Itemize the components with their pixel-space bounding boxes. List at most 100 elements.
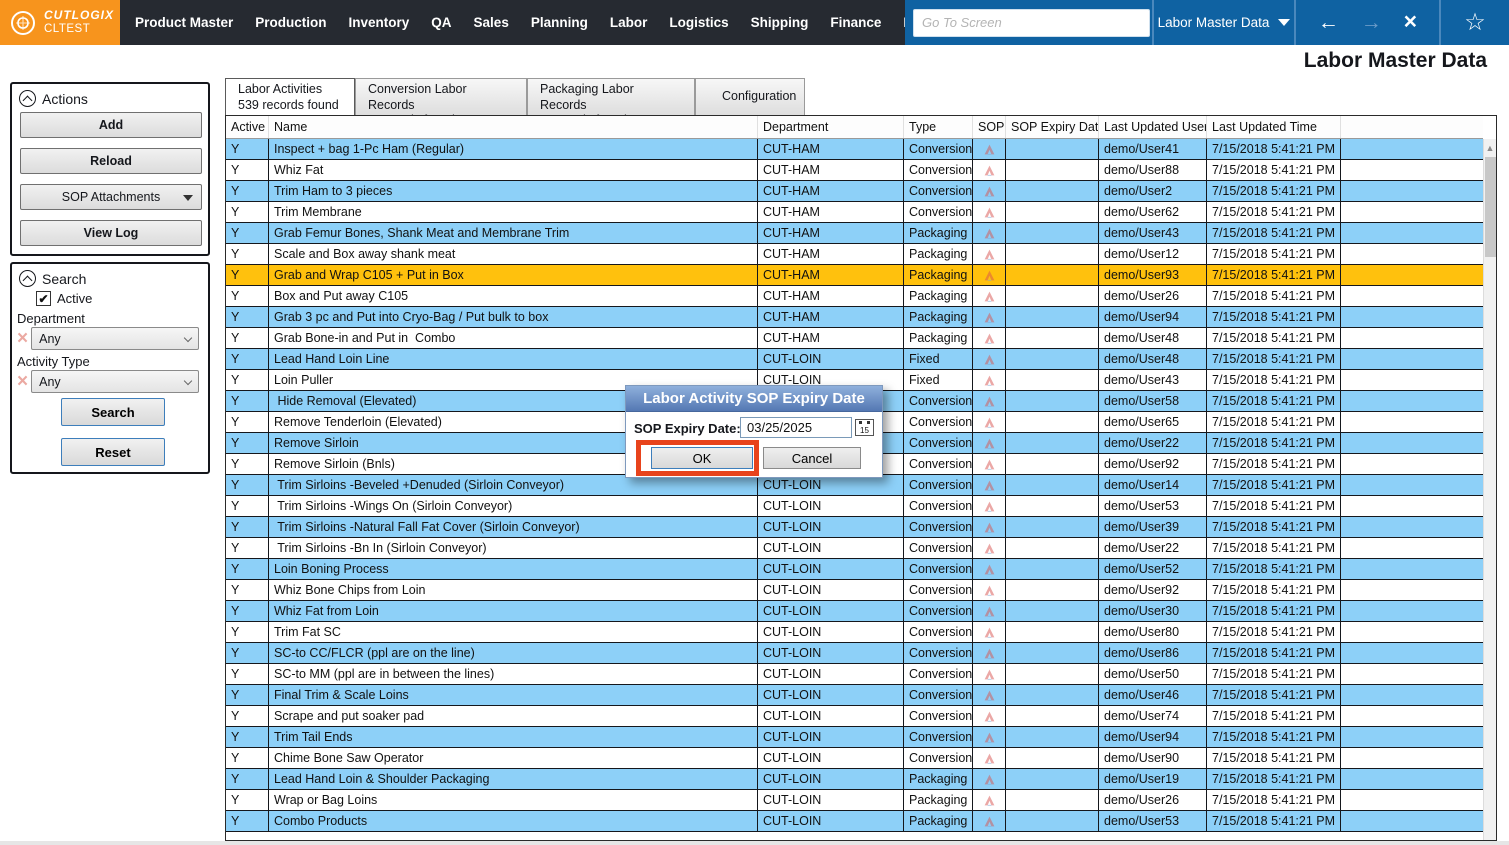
cell-sop[interactable] (973, 139, 1006, 160)
table-row[interactable]: YSC-to MM (ppl are in between the lines)… (226, 664, 1483, 685)
cell-sop[interactable] (973, 433, 1006, 454)
cell-sop[interactable] (973, 202, 1006, 223)
search-button[interactable]: Search (61, 398, 165, 426)
menu-item-production[interactable]: Production (244, 0, 337, 45)
header-cell-sop-expiry-date[interactable]: SOP Expiry Date (1006, 116, 1099, 138)
table-row[interactable]: YTrim Ham to 3 piecesCUT-HAMConversionde… (226, 181, 1483, 202)
tab-configuration[interactable]: Configuration (695, 78, 805, 115)
table-row[interactable]: YGrab Bone-in and Put in ComboCUT-HAMPac… (226, 328, 1483, 349)
favorite-star-icon[interactable]: ☆ (1464, 8, 1486, 37)
table-row[interactable]: YTrim Tail EndsCUT-LOINConversiondemo/Us… (226, 727, 1483, 748)
header-cell-name[interactable]: Name (269, 116, 758, 138)
tab-conversion-labor-records[interactable]: Conversion Labor Records 0 records found (355, 78, 527, 115)
cell-sop[interactable] (973, 412, 1006, 433)
header-cell-type[interactable]: Type (904, 116, 973, 138)
cell-sop[interactable] (973, 496, 1006, 517)
cell-sop[interactable] (973, 664, 1006, 685)
table-row[interactable]: YWrap or Bag LoinsCUT-LOINPackagingdemo/… (226, 790, 1483, 811)
reload-button[interactable]: Reload (20, 148, 202, 174)
collapse-chevron-icon[interactable] (19, 270, 36, 287)
table-row[interactable]: YInspect + bag 1-Pc Ham (Regular)CUT-HAM… (226, 139, 1483, 160)
menu-item-qa[interactable]: QA (420, 0, 462, 45)
cell-sop[interactable] (973, 370, 1006, 391)
calendar-icon[interactable]: 15 (855, 419, 874, 436)
scroll-up-arrow[interactable]: ▲ (1484, 139, 1496, 156)
table-row[interactable]: YGrab and Wrap C105 + Put in BoxCUT-HAMP… (226, 265, 1483, 286)
forward-arrow-icon[interactable]: → (1361, 12, 1382, 33)
table-row[interactable]: YWhiz FatCUT-HAMConversiondemo/User887/1… (226, 160, 1483, 181)
cell-sop[interactable] (973, 328, 1006, 349)
table-row[interactable]: YWhiz Bone Chips from LoinCUT-LOINConver… (226, 580, 1483, 601)
table-row[interactable]: YSC-to CC/FLCR (ppl are on the line)CUT-… (226, 643, 1483, 664)
menu-item-inventory[interactable]: Inventory (338, 0, 421, 45)
table-row[interactable]: YBox and Put away C105CUT-HAMPackagingde… (226, 286, 1483, 307)
menu-item-labor[interactable]: Labor (599, 0, 659, 45)
table-row[interactable]: YGrab Femur Bones, Shank Meat and Membra… (226, 223, 1483, 244)
cell-sop[interactable] (973, 391, 1006, 412)
menu-item-product-master[interactable]: Product Master (124, 0, 244, 45)
cell-sop[interactable] (973, 580, 1006, 601)
clear-department-icon[interactable]: × (17, 329, 28, 348)
table-row[interactable]: YTrim Fat SCCUT-LOINConversiondemo/User8… (226, 622, 1483, 643)
cell-sop[interactable] (973, 517, 1006, 538)
cell-sop[interactable] (973, 244, 1006, 265)
cell-sop[interactable] (973, 265, 1006, 286)
cell-sop[interactable] (973, 160, 1006, 181)
header-cell-sop[interactable]: SOP (973, 116, 1006, 138)
table-row[interactable]: Y Trim Sirloins -Wings On (Sirloin Conve… (226, 496, 1483, 517)
vertical-scrollbar[interactable]: ▲ (1483, 139, 1496, 840)
cell-sop[interactable] (973, 307, 1006, 328)
add-button[interactable]: Add (20, 112, 202, 138)
table-row[interactable]: YWhiz Fat from LoinCUT-LOINConversiondem… (226, 601, 1483, 622)
table-row[interactable]: YScrape and put soaker padCUT-LOINConver… (226, 706, 1483, 727)
cell-sop[interactable] (973, 559, 1006, 580)
table-row[interactable]: YGrab 3 pc and Put into Cryo-Bag / Put b… (226, 307, 1483, 328)
cell-sop[interactable] (973, 454, 1006, 475)
menu-item-planning[interactable]: Planning (520, 0, 599, 45)
cell-sop[interactable] (973, 643, 1006, 664)
cell-sop[interactable] (973, 622, 1006, 643)
sop-expiry-date-input[interactable] (740, 417, 852, 438)
cell-sop[interactable] (973, 790, 1006, 811)
back-arrow-icon[interactable]: ← (1318, 12, 1339, 33)
activity-type-select[interactable]: Any (31, 370, 199, 393)
screen-selector-dropdown[interactable]: Labor Master Data (1154, 0, 1294, 45)
table-row[interactable]: YCombo ProductsCUT-LOINPackagingdemo/Use… (226, 811, 1483, 832)
tab-packaging-labor-records[interactable]: Packaging Labor Records 0 records found (527, 78, 695, 115)
cell-sop[interactable] (973, 349, 1006, 370)
table-row[interactable]: YScale and Box away shank meatCUT-HAMPac… (226, 244, 1483, 265)
table-row[interactable]: YFinal Trim & Scale LoinsCUT-LOINConvers… (226, 685, 1483, 706)
cancel-button[interactable]: Cancel (763, 447, 861, 469)
table-row[interactable]: Y Trim Sirloins -Natural Fall Fat Cover … (226, 517, 1483, 538)
goto-screen-input[interactable] (913, 9, 1150, 37)
active-checkbox[interactable]: ✔ (36, 291, 51, 306)
table-row[interactable]: YTrim MembraneCUT-HAMConversiondemo/User… (226, 202, 1483, 223)
clear-activity-type-icon[interactable]: × (17, 372, 28, 391)
ok-button[interactable]: OK (651, 447, 753, 469)
close-icon[interactable]: × (1404, 10, 1417, 33)
cell-sop[interactable] (973, 727, 1006, 748)
cell-sop[interactable] (973, 748, 1006, 769)
table-row[interactable]: YLead Hand Loin & Shoulder PackagingCUT-… (226, 769, 1483, 790)
cell-sop[interactable] (973, 475, 1006, 496)
table-row[interactable]: YChime Bone Saw OperatorCUT-LOINConversi… (226, 748, 1483, 769)
table-row[interactable]: YLead Hand Loin LineCUT-LOINFixeddemo/Us… (226, 349, 1483, 370)
table-row[interactable]: Y Trim Sirloins -Beveled +Denuded (Sirlo… (226, 475, 1483, 496)
cell-sop[interactable] (973, 538, 1006, 559)
department-select[interactable]: Any (31, 327, 199, 350)
cell-sop[interactable] (973, 706, 1006, 727)
view-log-button[interactable]: View Log (20, 220, 202, 246)
menu-item-logistics[interactable]: Logistics (658, 0, 739, 45)
table-row[interactable]: YLoin Boning ProcessCUT-LOINConversionde… (226, 559, 1483, 580)
scrollbar-thumb[interactable] (1485, 157, 1496, 257)
reset-button[interactable]: Reset (61, 438, 165, 466)
header-cell-department[interactable]: Department (758, 116, 904, 138)
cell-sop[interactable] (973, 811, 1006, 832)
table-row[interactable]: Y Trim Sirloins -Bn In (Sirloin Conveyor… (226, 538, 1483, 559)
collapse-chevron-icon[interactable] (19, 90, 36, 107)
cell-sop[interactable] (973, 223, 1006, 244)
cell-sop[interactable] (973, 685, 1006, 706)
cell-sop[interactable] (973, 601, 1006, 622)
menu-item-sales[interactable]: Sales (463, 0, 520, 45)
cell-sop[interactable] (973, 181, 1006, 202)
